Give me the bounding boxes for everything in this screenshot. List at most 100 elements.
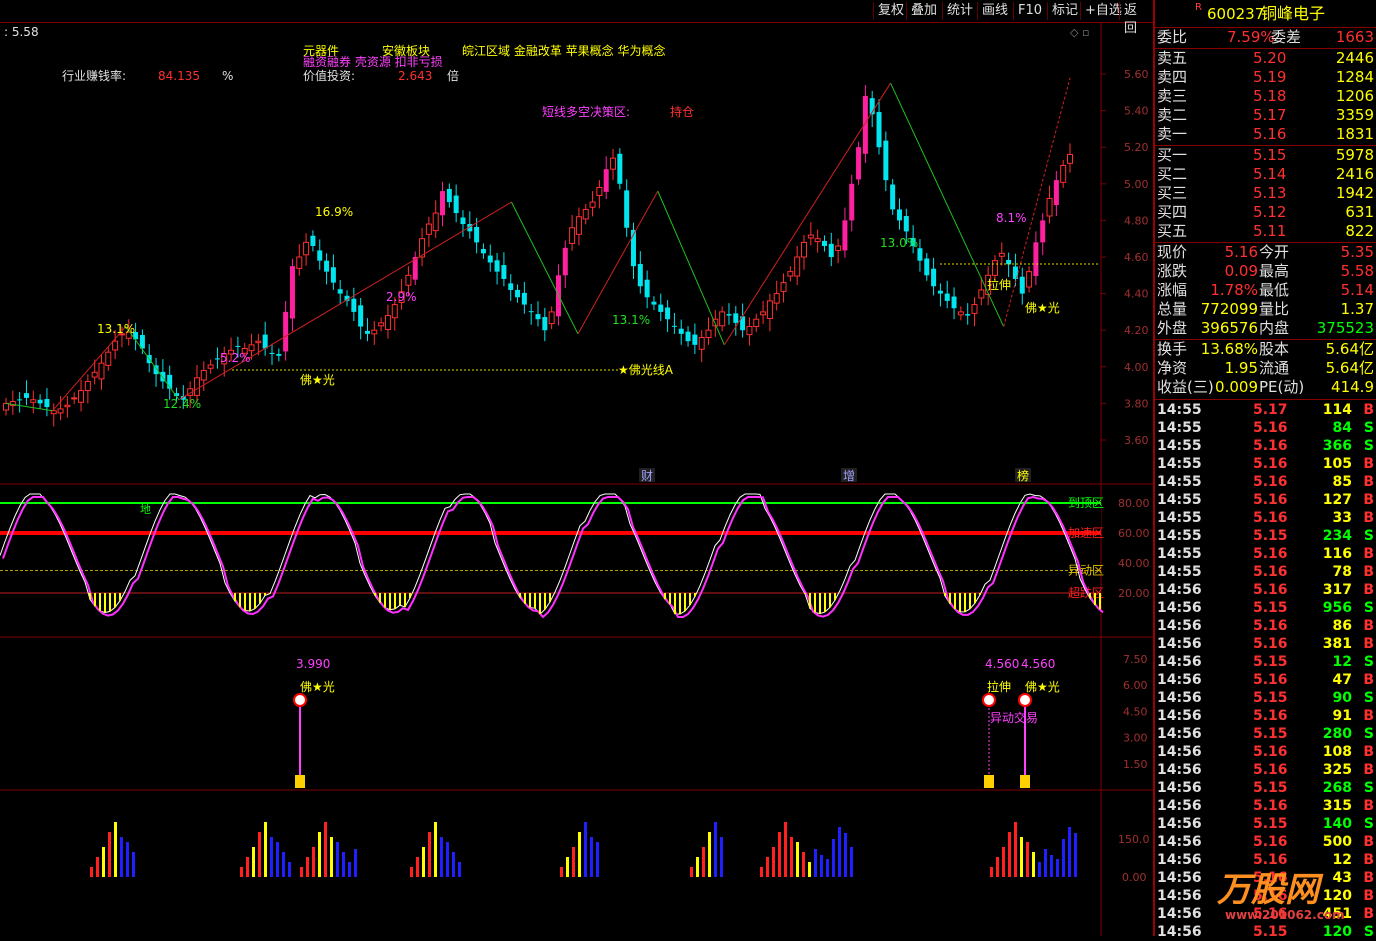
signal-plus-icon — [982, 693, 996, 707]
candle-body — [1033, 242, 1039, 277]
bid-row[interactable]: 买二 5.14 2416 — [1155, 165, 1376, 184]
watermark-logo: 万股网 www.201062.com — [1173, 862, 1373, 932]
volume-bar — [778, 832, 781, 877]
tick-row: 14:55 5.17 114 B — [1155, 401, 1376, 419]
tick-time: 14:56 — [1157, 708, 1202, 724]
signal-value: 4.560 — [1021, 657, 1055, 671]
volume-bar — [596, 842, 599, 877]
volume-bar — [422, 847, 425, 877]
candle-body — [112, 340, 119, 351]
chart-area[interactable]: 5.60 5.40 5.20 5.00 4.80 4.60 4.40 4.20 4.00 3.80… — [0, 22, 1153, 936]
industry-label: 行业赚钱率: — [62, 68, 126, 83]
candle-body — [98, 362, 105, 380]
tick-row: 14:56 5.15 140 S — [1155, 815, 1376, 833]
volume-bar — [446, 842, 449, 877]
tick-row: 14:55 5.16 105 B — [1155, 455, 1376, 473]
toolbar-button-4[interactable]: F10 — [1013, 2, 1046, 20]
tick-time: 14:56 — [1157, 780, 1202, 796]
tick-time: 14:55 — [1157, 474, 1202, 490]
volume-bar — [324, 822, 327, 877]
volume-bar — [458, 862, 461, 877]
tick-side: S — [1363, 690, 1374, 706]
volume-bar — [306, 857, 309, 877]
ask-row[interactable]: 卖一 5.16 1831 — [1155, 125, 1376, 144]
candle-body — [665, 307, 671, 320]
tick-side: B — [1363, 492, 1374, 508]
osc-zone-label: 加速区 — [1068, 526, 1104, 540]
ask-price: 5.17 — [1253, 106, 1287, 124]
toolbar-button-3[interactable]: 画线 — [977, 2, 1012, 20]
toolbar-button-5[interactable]: 标记 — [1047, 2, 1082, 20]
stat-value: 1.95 — [1224, 359, 1258, 377]
kline-chart[interactable]: 5.60 5.40 5.20 5.00 4.80 4.60 4.40 4.20 4.00 3.80… — [0, 22, 1153, 936]
tick-price: 5.16 — [1253, 564, 1288, 580]
bid-row[interactable]: 买一 5.15 5978 — [1155, 146, 1376, 165]
candle-body — [474, 226, 480, 243]
volume-bar — [720, 837, 723, 877]
ask-row[interactable]: 卖五 5.20 2446 — [1155, 49, 1376, 68]
tick-side: S — [1363, 420, 1374, 436]
stat-label: 股本 — [1259, 340, 1290, 358]
pct-label: 13.1% — [612, 313, 650, 327]
candle-body — [1019, 276, 1025, 294]
candle-body — [589, 201, 596, 208]
candle-body — [193, 377, 200, 396]
tick-price: 5.16 — [1253, 582, 1288, 598]
toolbar-button-2[interactable]: 统计 — [942, 2, 977, 20]
tick-price: 5.15 — [1253, 690, 1288, 706]
candle-body — [262, 334, 268, 349]
bid-row[interactable]: 买四 5.12 631 — [1155, 203, 1376, 222]
candle-body — [50, 410, 57, 415]
volume-bar — [772, 847, 775, 877]
candle-body — [453, 195, 459, 214]
stat-row: 涨跌 0.09 最高 5.58 — [1155, 262, 1376, 281]
candle-body — [937, 290, 943, 294]
volume-bar — [826, 859, 829, 877]
weibi-row: 委比 7.59% 委差 1663 — [1155, 28, 1376, 47]
candle-body — [371, 329, 378, 335]
watermark-url: www.201062.com — [1225, 908, 1345, 922]
pct-label: 2.9% — [386, 290, 417, 304]
ask-label: 卖五 — [1157, 49, 1188, 67]
volume-bar — [1038, 862, 1041, 877]
price-tick-label: 4.00 — [1124, 361, 1149, 374]
decision-label: 短线多空决策区: — [542, 105, 630, 119]
ask-price: 5.19 — [1253, 68, 1287, 86]
stat-value: 414.9 — [1331, 378, 1374, 396]
candle-body — [678, 328, 684, 334]
candle-body — [787, 271, 794, 277]
bid-row[interactable]: 买三 5.13 1942 — [1155, 184, 1376, 203]
candle-body — [528, 311, 534, 313]
tick-volume: 366 — [1322, 438, 1352, 454]
signal-base — [295, 775, 305, 788]
stat-row: 总量 772099 量比 1.37 — [1155, 300, 1376, 319]
tick-row: 14:55 5.16 33 B — [1155, 509, 1376, 527]
ask-row[interactable]: 卖四 5.19 1284 — [1155, 68, 1376, 87]
volume-bar — [796, 842, 799, 877]
volume-bar — [342, 852, 345, 877]
stat-value: 1.78% — [1210, 281, 1258, 299]
ask-row[interactable]: 卖三 5.18 1206 — [1155, 87, 1376, 106]
volume-bar — [102, 847, 105, 877]
osc-tick-label: 60.00 — [1118, 527, 1150, 540]
toolbar-button-1[interactable]: 叠加 — [906, 2, 941, 20]
tick-time: 14:56 — [1157, 654, 1202, 670]
candle-body — [542, 317, 548, 331]
toolbar-button-0[interactable]: 复权 — [873, 2, 908, 20]
candle-body — [890, 184, 896, 210]
tick-volume: 500 — [1322, 834, 1352, 850]
tick-volume: 84 — [1332, 420, 1352, 436]
volume-bar — [760, 867, 763, 877]
tick-price: 5.15 — [1253, 528, 1288, 544]
stat-value: 5.16 — [1224, 243, 1258, 261]
quote-header[interactable]: R 600237 铜峰电子 — [1155, 2, 1376, 25]
volume-bar — [790, 837, 793, 877]
signal-label: 拉伸 — [987, 679, 1011, 694]
signal-tick-label: 4.50 — [1123, 705, 1148, 718]
volume-bar — [990, 867, 993, 877]
bid-row[interactable]: 买五 5.11 822 — [1155, 222, 1376, 241]
candle-body — [37, 399, 43, 404]
candle-body — [746, 326, 753, 336]
ask-row[interactable]: 卖二 5.17 3359 — [1155, 106, 1376, 125]
toolbar-button-7[interactable]: 返回 — [1119, 2, 1153, 36]
